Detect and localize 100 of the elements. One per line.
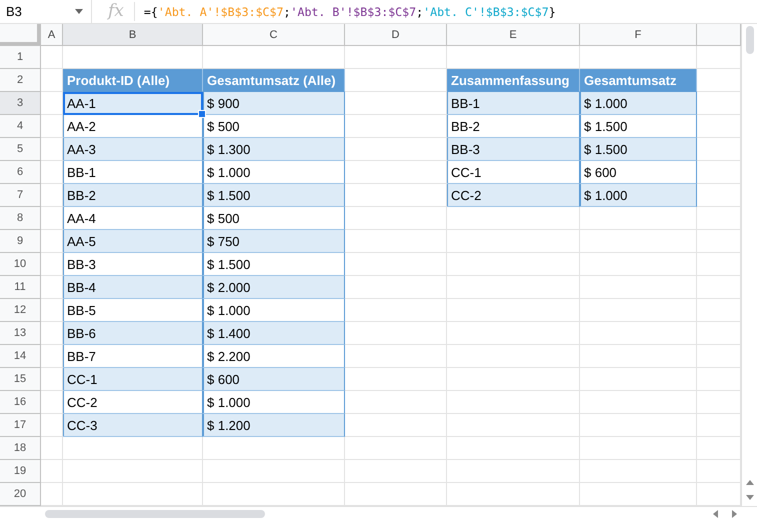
table-cell[interactable]: $ 500 [203, 115, 345, 138]
table-cell[interactable]: $ 1.500 [203, 184, 345, 207]
scroll-thumb[interactable] [45, 510, 265, 518]
table-cell[interactable]: $ 2.200 [203, 345, 345, 368]
table-cell[interactable]: $ 1.300 [203, 138, 345, 161]
grid-cell[interactable] [345, 437, 447, 460]
table-cell[interactable]: BB-5 [63, 299, 203, 322]
grid-cell[interactable] [41, 483, 63, 506]
table-cell[interactable]: $ 500 [203, 207, 345, 230]
table-cell[interactable]: BB-2 [63, 184, 203, 207]
row-header[interactable]: 17 [0, 414, 41, 437]
table-cell[interactable]: CC-2 [63, 391, 203, 414]
grid-cell[interactable] [41, 460, 63, 483]
table-cell[interactable]: CC-3 [63, 414, 203, 437]
grid-cell[interactable] [447, 437, 580, 460]
table-cell[interactable]: CC-1 [447, 161, 580, 184]
column-header[interactable]: A [41, 24, 63, 46]
row-header[interactable]: 16 [0, 391, 41, 414]
table-cell[interactable]: $ 1.000 [203, 299, 345, 322]
row-header[interactable]: 13 [0, 322, 41, 345]
grid-cell[interactable] [580, 391, 697, 414]
row-header[interactable]: 12 [0, 299, 41, 322]
grid-cell[interactable] [580, 345, 697, 368]
grid-cell[interactable] [345, 368, 447, 391]
table-cell[interactable]: BB-1 [447, 92, 580, 115]
fill-handle[interactable] [198, 110, 206, 118]
table-cell[interactable]: BB-7 [63, 345, 203, 368]
grid-cell[interactable] [345, 391, 447, 414]
column-header[interactable]: B [63, 24, 203, 46]
left-arrow-icon[interactable] [713, 510, 718, 518]
grid-cell[interactable] [447, 276, 580, 299]
grid-cell[interactable] [345, 253, 447, 276]
grid-cell[interactable] [41, 46, 63, 69]
grid-cell[interactable] [345, 414, 447, 437]
row-header[interactable]: 14 [0, 345, 41, 368]
table-cell[interactable]: $ 1.400 [203, 322, 345, 345]
table-cell[interactable]: $ 900 [203, 92, 345, 115]
row-header[interactable]: 2 [0, 69, 41, 92]
vertical-scrollbar[interactable] [741, 24, 757, 506]
table-cell[interactable]: CC-2 [447, 184, 580, 207]
grid-cell[interactable] [580, 414, 697, 437]
column-header[interactable]: D [345, 24, 447, 46]
column-header[interactable]: E [447, 24, 580, 46]
table-cell[interactable]: $ 600 [203, 368, 345, 391]
grid-cell[interactable] [447, 460, 580, 483]
grid-cell[interactable] [203, 483, 345, 506]
grid-cell[interactable] [580, 322, 697, 345]
column-header[interactable] [697, 24, 741, 46]
table-cell[interactable]: BB-3 [63, 253, 203, 276]
grid-cell[interactable] [580, 253, 697, 276]
name-box[interactable]: B3 [0, 0, 92, 23]
grid-cell[interactable] [447, 414, 580, 437]
grid-cell[interactable] [63, 437, 203, 460]
grid-cell[interactable] [345, 46, 447, 69]
row-header[interactable]: 7 [0, 184, 41, 207]
table-cell[interactable]: $ 1.200 [203, 414, 345, 437]
grid-cell[interactable] [447, 322, 580, 345]
row-header[interactable]: 1 [0, 46, 41, 69]
row-header[interactable]: 15 [0, 368, 41, 391]
table-cell[interactable]: CC-1 [63, 368, 203, 391]
table-cell[interactable]: $ 1.000 [203, 161, 345, 184]
grid-cell[interactable] [447, 345, 580, 368]
table-cell[interactable]: AA-3 [63, 138, 203, 161]
grid-cell[interactable] [63, 483, 203, 506]
up-arrow-icon[interactable] [746, 480, 754, 485]
grid-cell[interactable] [580, 483, 697, 506]
table-cell[interactable]: $ 2.000 [203, 276, 345, 299]
grid-cell[interactable] [63, 460, 203, 483]
grid-cell[interactable] [447, 299, 580, 322]
table-cell[interactable]: $ 600 [580, 161, 697, 184]
table-cell[interactable]: $ 1.000 [580, 184, 697, 207]
row-header[interactable]: 9 [0, 230, 41, 253]
grid-cell[interactable] [203, 460, 345, 483]
scroll-thumb[interactable] [746, 26, 754, 54]
table-cell[interactable]: BB-2 [447, 115, 580, 138]
table-cell[interactable]: BB-1 [63, 161, 203, 184]
row-header[interactable]: 5 [0, 138, 41, 161]
table-cell[interactable]: BB-4 [63, 276, 203, 299]
row-header[interactable]: 18 [0, 437, 41, 460]
table-cell[interactable]: AA-5 [63, 230, 203, 253]
grid-cell[interactable] [580, 207, 697, 230]
grid-cell[interactable] [580, 437, 697, 460]
table-cell[interactable]: AA-1 [63, 92, 203, 115]
grid-cell[interactable] [41, 437, 63, 460]
grid-cell[interactable] [345, 345, 447, 368]
grid-cell[interactable] [345, 322, 447, 345]
row-header[interactable]: 8 [0, 207, 41, 230]
grid-cell[interactable] [447, 230, 580, 253]
grid-cell[interactable] [580, 230, 697, 253]
row-header[interactable]: 11 [0, 276, 41, 299]
horizontal-scrollbar[interactable] [0, 506, 757, 521]
table-cell[interactable]: $ 1.000 [580, 92, 697, 115]
column-header[interactable]: C [203, 24, 345, 46]
grid-cell[interactable] [447, 391, 580, 414]
row-header[interactable]: 10 [0, 253, 41, 276]
row-header[interactable]: 3 [0, 92, 41, 115]
table-cell[interactable]: $ 1.500 [580, 115, 697, 138]
column-header[interactable]: F [580, 24, 697, 46]
grid-cell[interactable] [345, 207, 447, 230]
table-cell[interactable]: AA-2 [63, 115, 203, 138]
